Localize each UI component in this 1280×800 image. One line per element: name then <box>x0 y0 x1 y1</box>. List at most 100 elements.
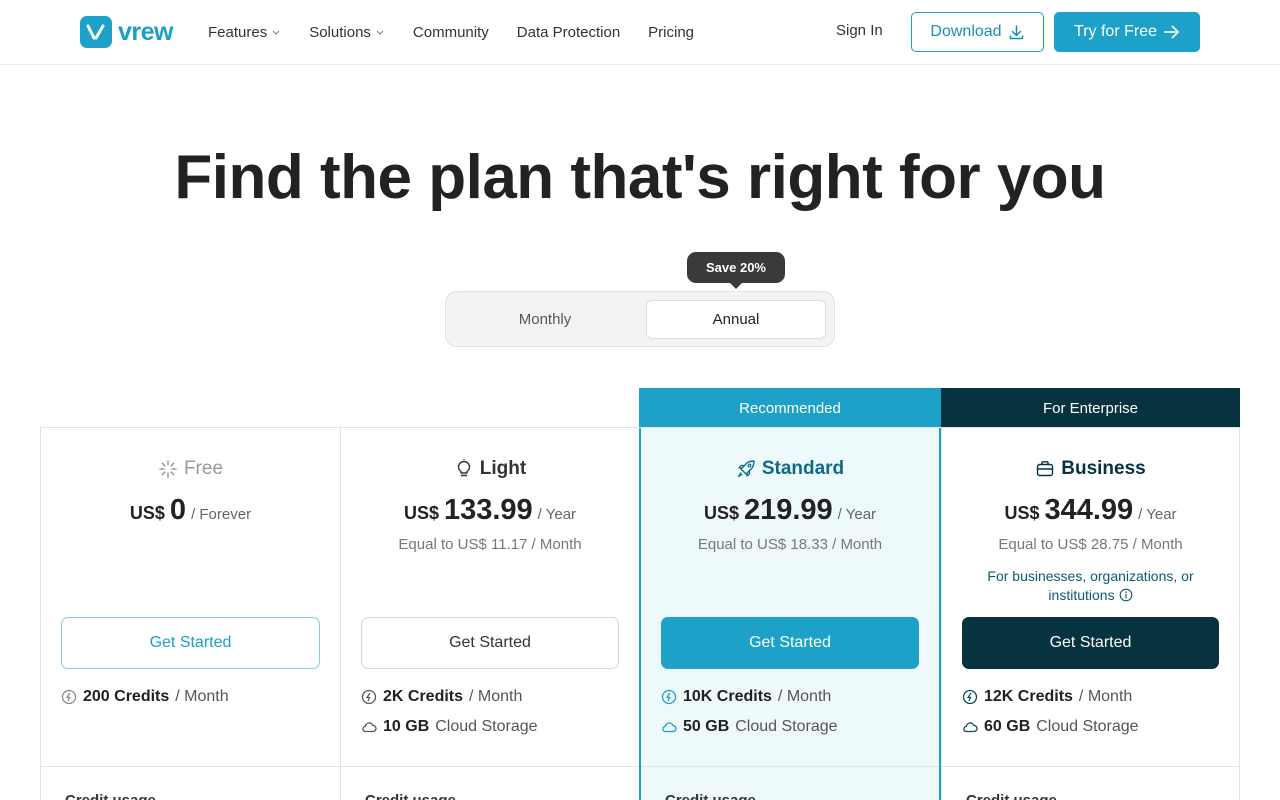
price-currency: US$ <box>1004 503 1040 523</box>
cloud-icon <box>362 722 377 733</box>
price-period: / Year <box>837 506 877 523</box>
credit-usage-label: Credit usage <box>365 792 456 800</box>
price-period: / Forever <box>191 506 252 523</box>
briefcase-icon <box>1037 461 1054 477</box>
credits-value: 200 Credits <box>83 688 170 705</box>
plan-divider <box>41 766 340 767</box>
nav-features-label: Features <box>208 23 268 41</box>
plan-standard-monthly-equivalent: Equal to US$ 18.33 / Month <box>697 536 883 553</box>
plan-business-credits: 12K Credits / Month <box>962 688 1132 706</box>
chevron-down-icon <box>376 30 384 35</box>
plan-light-name: Light <box>479 458 527 479</box>
save-badge: Save 20% <box>687 252 785 289</box>
download-button-label: Download <box>930 23 1002 40</box>
price-period: / Year <box>537 506 577 523</box>
nav-data-protection[interactable]: Data Protection <box>517 24 620 41</box>
storage-value: 50 GB <box>683 718 730 735</box>
plan-free: Free US$ 0 / Forever Get Started 200 Cre… <box>40 428 340 800</box>
nav-community[interactable]: Community <box>413 24 489 41</box>
plan-light-credits: 2K Credits / Month <box>361 688 522 706</box>
price-amount: 219.99 <box>743 494 833 526</box>
plan-light-header: Light <box>341 458 639 480</box>
plan-divider <box>641 766 939 767</box>
plans-grid: Free US$ 0 / Forever Get Started 200 Cre… <box>40 427 1240 800</box>
storage-unit: Cloud Storage <box>435 718 538 735</box>
lightbulb-icon <box>457 459 470 477</box>
plan-divider <box>341 766 639 767</box>
arrow-right-icon <box>1163 25 1179 39</box>
credits-unit: / Month <box>777 688 832 705</box>
cloud-icon <box>662 722 677 733</box>
credits-value: 2K Credits <box>383 688 464 705</box>
plan-business-name: Business <box>1061 458 1146 479</box>
plan-business-price: US$ 344.99 / Year <box>942 494 1239 527</box>
plan-standard-storage: 50 GB Cloud Storage <box>661 718 838 736</box>
try-for-free-button[interactable]: Try for Free <box>1054 12 1200 52</box>
storage-value: 60 GB <box>984 718 1031 735</box>
plan-standard-price: US$ 219.99 / Year <box>641 494 939 527</box>
try-for-free-label: Try for Free <box>1074 23 1157 40</box>
plan-free-header: Free <box>41 458 340 480</box>
chevron-down-icon <box>272 30 280 35</box>
plan-divider <box>942 766 1239 767</box>
price-amount: 344.99 <box>1044 494 1134 526</box>
info-icon[interactable] <box>1119 588 1133 602</box>
credit-usage-label: Credit usage <box>665 792 756 800</box>
plan-business-note-text: For businesses, organizations, or instit… <box>987 568 1194 603</box>
storage-value: 10 GB <box>383 718 430 735</box>
download-button[interactable]: Download <box>911 12 1044 52</box>
credits-unit: / Month <box>469 688 523 705</box>
nav-pricing[interactable]: Pricing <box>648 24 694 41</box>
credit-coin-icon <box>661 689 677 705</box>
storage-unit: Cloud Storage <box>1036 718 1139 735</box>
nav-solutions-label: Solutions <box>309 23 371 41</box>
credit-coin-icon <box>61 689 77 705</box>
credit-coin-icon <box>962 689 978 705</box>
plan-standard: Standard US$ 219.99 / Year Equal to US$ … <box>639 428 941 800</box>
plan-free-name: Free <box>183 458 224 479</box>
plan-light-monthly-equivalent: Equal to US$ 11.17 / Month <box>398 536 582 553</box>
nav-solutions[interactable]: Solutions <box>309 24 385 41</box>
price-amount: 0 <box>169 494 187 526</box>
plan-free-credits: 200 Credits / Month <box>61 688 229 706</box>
plan-business-storage: 60 GB Cloud Storage <box>962 718 1139 736</box>
light-get-started-button[interactable]: Get Started <box>361 617 619 669</box>
price-currency: US$ <box>403 503 439 523</box>
plan-standard-name: Standard <box>761 458 845 479</box>
plan-business-monthly-equivalent: Equal to US$ 28.75 / Month <box>998 536 1183 553</box>
sparkle-icon <box>159 460 177 478</box>
billing-toggle: Monthly Annual <box>445 291 835 347</box>
sign-in-link[interactable]: Sign In <box>836 22 883 39</box>
toggle-annual[interactable]: Annual <box>646 300 826 339</box>
logo-text: vrew <box>118 18 173 46</box>
vrew-logo[interactable]: vrew <box>80 16 173 48</box>
page-title: Find the plan that's right for you <box>174 143 1106 212</box>
vrew-logo-icon <box>80 16 112 48</box>
nav-features[interactable]: Features <box>208 24 281 41</box>
price-amount: 133.99 <box>443 494 533 526</box>
plan-business: Business US$ 344.99 / Year Equal to US$ … <box>941 428 1240 800</box>
storage-unit: Cloud Storage <box>735 718 838 735</box>
plan-light: Light US$ 133.99 / Year Equal to US$ 11.… <box>340 428 639 800</box>
plan-light-storage: 10 GB Cloud Storage <box>361 718 538 736</box>
plan-business-note: For businesses, organizations, or instit… <box>962 567 1219 605</box>
credits-value: 12K Credits <box>984 688 1073 705</box>
free-get-started-button[interactable]: Get Started <box>61 617 320 669</box>
toggle-monthly[interactable]: Monthly <box>455 300 635 339</box>
business-get-started-button[interactable]: Get Started <box>962 617 1219 669</box>
standard-get-started-button[interactable]: Get Started <box>661 617 919 669</box>
download-icon <box>1009 24 1023 39</box>
plan-business-header: Business <box>942 458 1239 480</box>
credit-usage-label: Credit usage <box>966 792 1057 800</box>
site-header: vrew Features Solutions Community Data P… <box>0 0 1280 65</box>
rocket-icon <box>737 460 755 478</box>
price-period: / Year <box>1138 506 1177 523</box>
credit-coin-icon <box>361 689 377 705</box>
price-currency: US$ <box>129 503 165 523</box>
plan-standard-credits: 10K Credits / Month <box>661 688 831 706</box>
main-nav: Features Solutions Community Data Protec… <box>208 20 694 44</box>
credits-unit: / Month <box>175 688 229 705</box>
enterprise-tag: For Enterprise <box>941 388 1240 428</box>
plan-standard-header: Standard <box>641 458 939 480</box>
plan-free-price: US$ 0 / Forever <box>41 494 340 527</box>
